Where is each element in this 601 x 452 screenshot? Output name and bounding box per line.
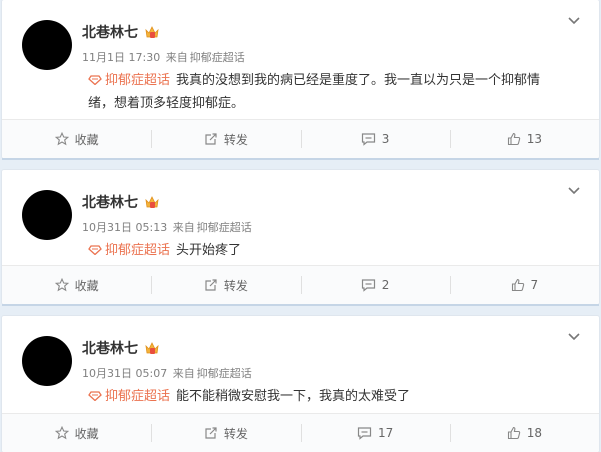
action-bar: 收藏 转发 3 13 bbox=[2, 119, 599, 158]
post-time[interactable]: 10月31日 05:07 bbox=[82, 367, 167, 380]
avatar[interactable] bbox=[22, 190, 72, 240]
post-content: 抑郁症超话 我真的没想到我的病已经是重度了。我一直以为只是一个抑郁情绪，想着顶多轻… bbox=[88, 69, 559, 115]
post-text: 头开始疼了 bbox=[176, 243, 242, 258]
like-count: 7 bbox=[530, 278, 539, 292]
super-topic-diamond-icon bbox=[88, 391, 102, 401]
chevron-down-icon[interactable] bbox=[567, 332, 581, 342]
super-topic-label: 抑郁症超话 bbox=[105, 243, 171, 258]
super-topic-link[interactable]: 抑郁症超话 bbox=[88, 389, 170, 404]
comment-count: 17 bbox=[377, 426, 394, 440]
post-card: 北巷林七 10月31日 05:13 来自 抑郁症超话 抑郁症超话 头开始疼了 收藏 … bbox=[2, 170, 599, 304]
post-meta: 10月31日 05:13 来自 抑郁症超话 bbox=[82, 219, 254, 235]
repost-label: 转发 bbox=[223, 426, 248, 441]
comment-count: 3 bbox=[381, 132, 390, 146]
comment-icon bbox=[361, 133, 375, 146]
like-count: 18 bbox=[526, 426, 543, 440]
source-prefix: 来自 bbox=[172, 221, 195, 234]
comment-button[interactable]: 17 bbox=[300, 414, 450, 452]
repost-label: 转发 bbox=[223, 132, 248, 147]
favorite-label: 收藏 bbox=[74, 426, 99, 441]
post-time[interactable]: 11月1日 17:30 bbox=[82, 51, 160, 64]
like-button[interactable]: 13 bbox=[449, 120, 599, 158]
action-bar: 收藏 转发 2 7 bbox=[2, 265, 599, 304]
repost-icon bbox=[205, 279, 217, 291]
post-source[interactable]: 抑郁症超话 bbox=[197, 221, 252, 234]
super-topic-link[interactable]: 抑郁症超话 bbox=[88, 243, 170, 258]
favorite-label: 收藏 bbox=[74, 132, 99, 147]
card-divider bbox=[2, 158, 599, 160]
post-card: 北巷林七 11月1日 17:30 来自 抑郁症超话 抑郁症超话 我真的没想到我的病已… bbox=[2, 0, 599, 158]
repost-button[interactable]: 转发 bbox=[151, 414, 300, 452]
favorite-button[interactable]: 收藏 bbox=[2, 120, 151, 158]
action-bar: 收藏 转发 17 18 bbox=[2, 413, 599, 452]
comment-icon bbox=[361, 279, 375, 292]
favorite-label: 收藏 bbox=[74, 278, 99, 293]
username[interactable]: 北巷林七 bbox=[82, 192, 138, 212]
post-meta: 10月31日 05:07 来自 抑郁症超话 bbox=[82, 365, 254, 381]
like-button[interactable]: 7 bbox=[449, 266, 599, 304]
super-topic-label: 抑郁症超话 bbox=[105, 73, 171, 88]
favorite-button[interactable]: 收藏 bbox=[2, 266, 151, 304]
post-text: 能不能稍微安慰我一下，我真的太难受了 bbox=[176, 389, 411, 404]
repost-icon bbox=[205, 133, 217, 145]
repost-button[interactable]: 转发 bbox=[151, 120, 300, 158]
super-topic-diamond-icon bbox=[88, 75, 102, 85]
thumbs-up-icon bbox=[511, 278, 524, 292]
vip-crown-icon[interactable] bbox=[144, 340, 160, 356]
post-card: 北巷林七 10月31日 05:07 来自 抑郁症超话 抑郁症超话 能不能稍微安慰我一… bbox=[2, 316, 599, 452]
comment-button[interactable]: 3 bbox=[300, 120, 450, 158]
super-topic-label: 抑郁症超话 bbox=[105, 389, 171, 404]
thumbs-up-icon bbox=[507, 426, 520, 440]
source-prefix: 来自 bbox=[165, 51, 188, 64]
chevron-down-icon[interactable] bbox=[567, 16, 581, 26]
super-topic-link[interactable]: 抑郁症超话 bbox=[88, 73, 170, 88]
post-source[interactable]: 抑郁症超话 bbox=[197, 367, 252, 380]
favorite-button[interactable]: 收藏 bbox=[2, 414, 151, 452]
comment-count: 2 bbox=[381, 278, 390, 292]
card-divider bbox=[2, 304, 599, 306]
username[interactable]: 北巷林七 bbox=[82, 22, 138, 42]
chevron-down-icon[interactable] bbox=[567, 186, 581, 196]
star-icon bbox=[54, 278, 69, 292]
vip-crown-icon[interactable] bbox=[144, 24, 160, 40]
post-source[interactable]: 抑郁症超话 bbox=[190, 51, 245, 64]
avatar[interactable] bbox=[22, 20, 72, 70]
source-prefix: 来自 bbox=[172, 367, 195, 380]
star-icon bbox=[54, 426, 69, 440]
repost-label: 转发 bbox=[223, 278, 248, 293]
post-time[interactable]: 10月31日 05:13 bbox=[82, 221, 167, 234]
super-topic-diamond-icon bbox=[88, 245, 102, 255]
username[interactable]: 北巷林七 bbox=[82, 338, 138, 358]
like-count: 13 bbox=[526, 132, 543, 146]
vip-crown-icon[interactable] bbox=[144, 194, 160, 210]
thumbs-up-icon bbox=[507, 132, 520, 146]
post-meta: 11月1日 17:30 来自 抑郁症超话 bbox=[82, 49, 247, 65]
repost-icon bbox=[205, 427, 217, 439]
post-content: 抑郁症超话 能不能稍微安慰我一下，我真的太难受了 bbox=[88, 385, 559, 408]
avatar[interactable] bbox=[22, 336, 72, 386]
post-content: 抑郁症超话 头开始疼了 bbox=[88, 239, 559, 262]
comment-icon bbox=[357, 427, 372, 440]
like-button[interactable]: 18 bbox=[449, 414, 599, 452]
repost-button[interactable]: 转发 bbox=[151, 266, 300, 304]
comment-button[interactable]: 2 bbox=[300, 266, 450, 304]
star-icon bbox=[54, 132, 69, 146]
